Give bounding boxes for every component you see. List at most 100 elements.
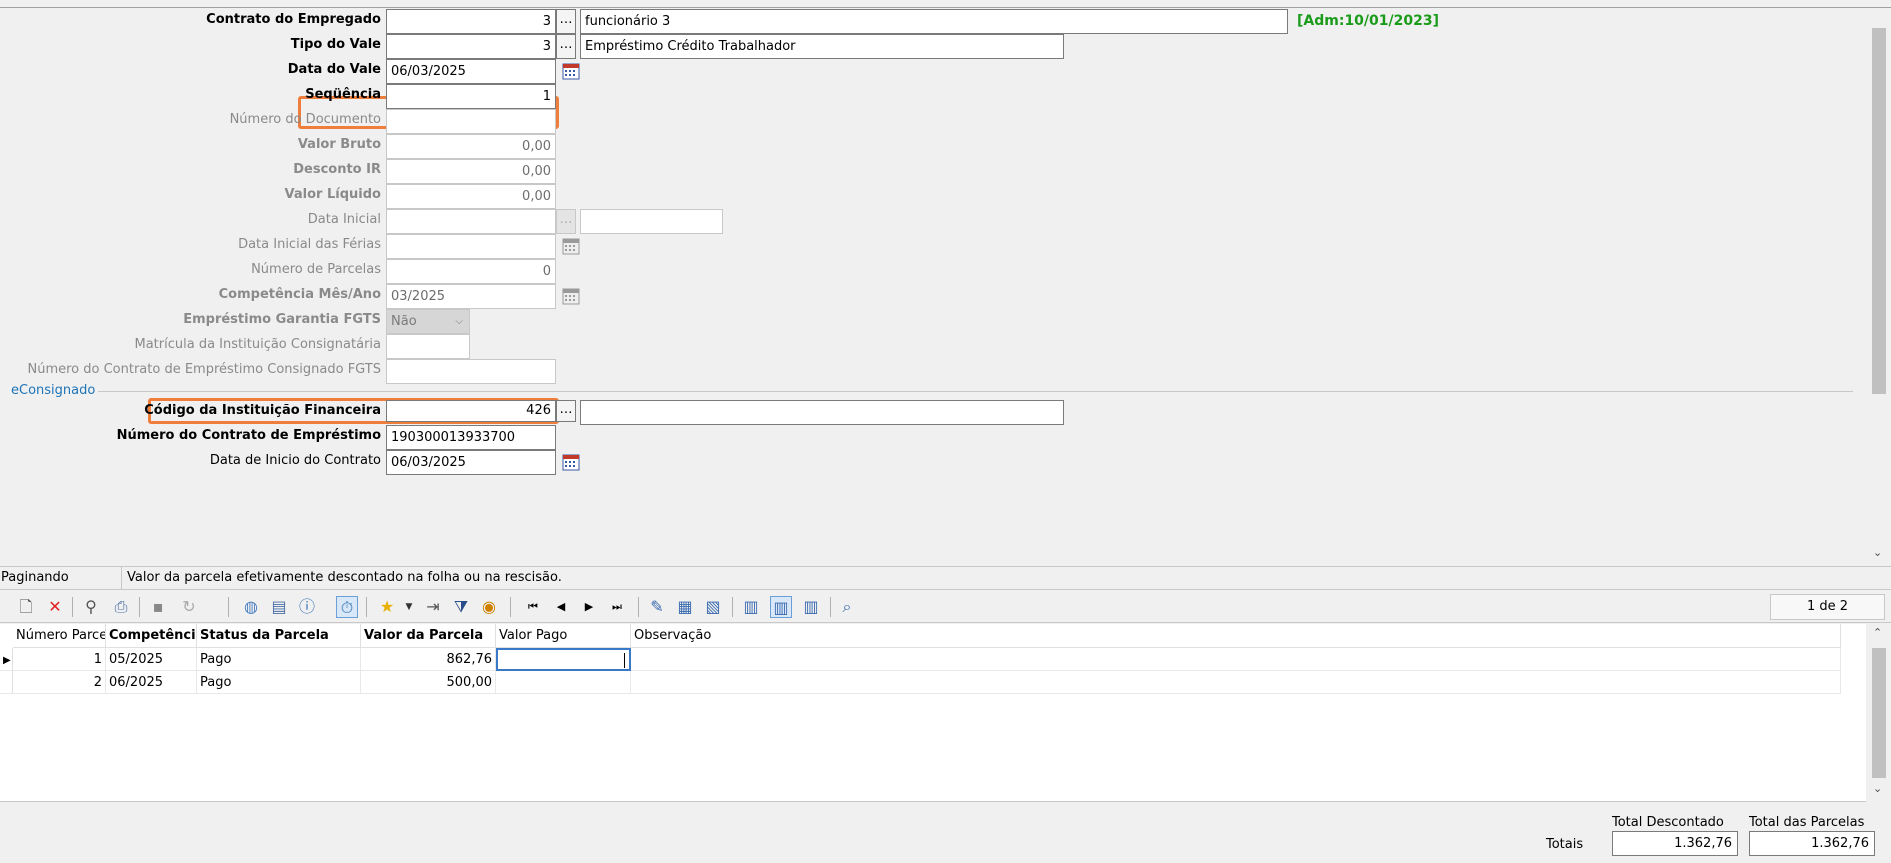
calendar-icon[interactable] (562, 62, 580, 80)
table-row-numero[interactable]: 2 (13, 671, 106, 694)
exit-icon[interactable]: ⇥ (422, 596, 444, 618)
grid-view-icon[interactable]: ▥ (740, 596, 762, 618)
table-row-competencia[interactable]: 05/2025 (106, 648, 197, 671)
table-row-observacao[interactable] (631, 648, 1841, 671)
contrato-desc-field: funcionário 3 (580, 9, 1288, 34)
grid-columns-icon[interactable]: ▥ (770, 596, 792, 618)
valor-liquido-input[interactable]: 0,00 (386, 184, 556, 209)
matricula-consignataria-label: Matrícula da Instituição Consignatária (134, 337, 382, 352)
sequencia-label: Seqüência (305, 87, 381, 102)
section-econsignado-title: eConsignado (11, 383, 96, 398)
toolbar-separator (510, 597, 511, 617)
form-scrollbar[interactable]: ⌄ (1866, 8, 1891, 563)
star-icon[interactable]: ★ (376, 596, 398, 618)
data-inicial-ferias-label: Data Inicial das Férias (238, 237, 381, 252)
matricula-consignataria-input[interactable] (386, 334, 470, 359)
contrato-label: Contrato do Empregado (206, 12, 381, 27)
table-row-numero[interactable]: 1 (13, 648, 106, 671)
toolbar-separator (366, 597, 367, 617)
totals-label: Totais (1546, 837, 1584, 852)
numero-contrato-input[interactable]: 190300013933700 (386, 425, 556, 450)
data-inicial-input[interactable] (386, 209, 556, 234)
desconto-ir-input[interactable]: 0,00 (386, 159, 556, 184)
preview-icon[interactable]: ⌕ (836, 596, 858, 618)
scroll-up-icon[interactable]: ⌃ (1873, 626, 1882, 639)
search-icon[interactable]: ⚲ (80, 596, 102, 618)
valor-bruto-input[interactable]: 0,00 (386, 134, 556, 159)
filter-clear-icon[interactable]: ◉ (478, 596, 500, 618)
column-header-status[interactable]: Status da Parcela (197, 624, 361, 648)
timer-icon[interactable]: ⏱ (336, 596, 358, 618)
data-vale-label: Data do Vale (287, 62, 381, 77)
star-dropdown-icon[interactable]: ▼ (398, 596, 420, 618)
garantia-fgts-select[interactable]: Não ⌵ (386, 309, 470, 334)
calendar-icon[interactable] (562, 453, 580, 471)
save-icon[interactable]: ▪ (147, 596, 169, 618)
desconto-ir-label: Desconto IR (293, 162, 381, 177)
status-mode: Paginando (1, 570, 69, 585)
status-divider (121, 567, 122, 589)
numero-contrato-fgts-input[interactable] (386, 359, 556, 384)
tipo-vale-label: Tipo do Vale (290, 37, 381, 52)
numero-parcelas-input[interactable]: 0 (386, 259, 556, 284)
data-inicial-lookup-button[interactable]: … (556, 209, 576, 234)
filter-icon[interactable]: ⧩ (450, 596, 472, 618)
edit-icon[interactable]: ✎ (646, 596, 668, 618)
toolbar-separator (638, 597, 639, 617)
contrato-lookup-button[interactable]: … (556, 9, 576, 34)
report-icon[interactable]: ▦ (674, 596, 696, 618)
codigo-instituicao-label: Código da Instituição Financeira (144, 403, 381, 418)
refresh-icon[interactable]: ↻ (178, 596, 200, 618)
delete-icon[interactable]: ✕ (44, 596, 66, 618)
scroll-down-icon[interactable]: ⌄ (1873, 546, 1882, 559)
column-header-competencia[interactable]: Competênci (106, 624, 197, 648)
valor-pago-editor[interactable] (496, 648, 631, 671)
scrollbar-thumb[interactable] (1872, 648, 1886, 778)
report-search-icon[interactable]: ▧ (702, 596, 724, 618)
table-row-valor[interactable]: 862,76 (361, 648, 496, 671)
column-header-valor-parcela[interactable]: Valor da Parcela (361, 624, 496, 648)
column-header-valor-pago[interactable]: Valor Pago (496, 624, 631, 648)
tipo-vale-lookup-button[interactable]: … (556, 34, 576, 59)
data-inicial-ferias-input[interactable] (386, 234, 556, 259)
data-vale-input[interactable]: 06/03/2025 (386, 59, 556, 84)
calendar-icon[interactable] (562, 237, 580, 255)
column-header-observacao[interactable]: Observação (631, 624, 1841, 648)
valor-liquido-label: Valor Líquido (284, 187, 381, 202)
list-icon[interactable]: ▤ (268, 596, 290, 618)
contrato-code-input[interactable]: 3 (386, 9, 556, 34)
last-record-icon[interactable]: ⏭ (606, 596, 628, 618)
previous-record-icon[interactable]: ◀ (550, 596, 572, 618)
table-row-competencia[interactable]: 06/2025 (106, 671, 197, 694)
column-header-numero[interactable]: Número Parcel (13, 624, 106, 648)
codigo-instituicao-lookup-button[interactable]: … (556, 400, 576, 422)
next-record-icon[interactable]: ▶ (578, 596, 600, 618)
codigo-instituicao-input[interactable]: 426 (386, 400, 556, 422)
new-record-icon[interactable]: 🗋 (15, 596, 37, 618)
table-row-valor[interactable]: 500,00 (361, 671, 496, 694)
table-row-status[interactable]: Pago (197, 648, 361, 671)
tipo-vale-code-input[interactable]: 3 (386, 34, 556, 59)
table-row-valor-pago[interactable] (496, 671, 631, 694)
globe-icon[interactable]: ◍ (240, 596, 262, 618)
table-row-observacao[interactable] (631, 671, 1841, 694)
numero-documento-input[interactable] (386, 109, 556, 134)
section-divider (98, 391, 1853, 392)
codigo-instituicao-desc-field (580, 400, 1064, 425)
scroll-down-icon[interactable]: ⌄ (1873, 782, 1882, 795)
toolbar-separator (72, 597, 73, 617)
scrollbar-thumb[interactable] (1872, 28, 1886, 394)
first-record-icon[interactable]: ⏮ (522, 596, 544, 618)
table-row-status[interactable]: Pago (197, 671, 361, 694)
data-inicio-contrato-input[interactable]: 06/03/2025 (386, 450, 556, 475)
row-indicator (0, 671, 13, 694)
calendar-icon[interactable] (562, 287, 580, 305)
text-cursor (624, 653, 625, 668)
competencia-input[interactable]: 03/2025 (386, 284, 556, 309)
garantia-fgts-value: Não (391, 314, 417, 329)
info-icon[interactable]: ⓘ (296, 596, 318, 618)
sequencia-input[interactable]: 1 (386, 84, 556, 109)
grid-rows-icon[interactable]: ▥ (800, 596, 822, 618)
print-icon[interactable]: ⎙ (110, 596, 132, 618)
grid-scrollbar[interactable]: ⌃ ⌄ (1866, 624, 1891, 802)
